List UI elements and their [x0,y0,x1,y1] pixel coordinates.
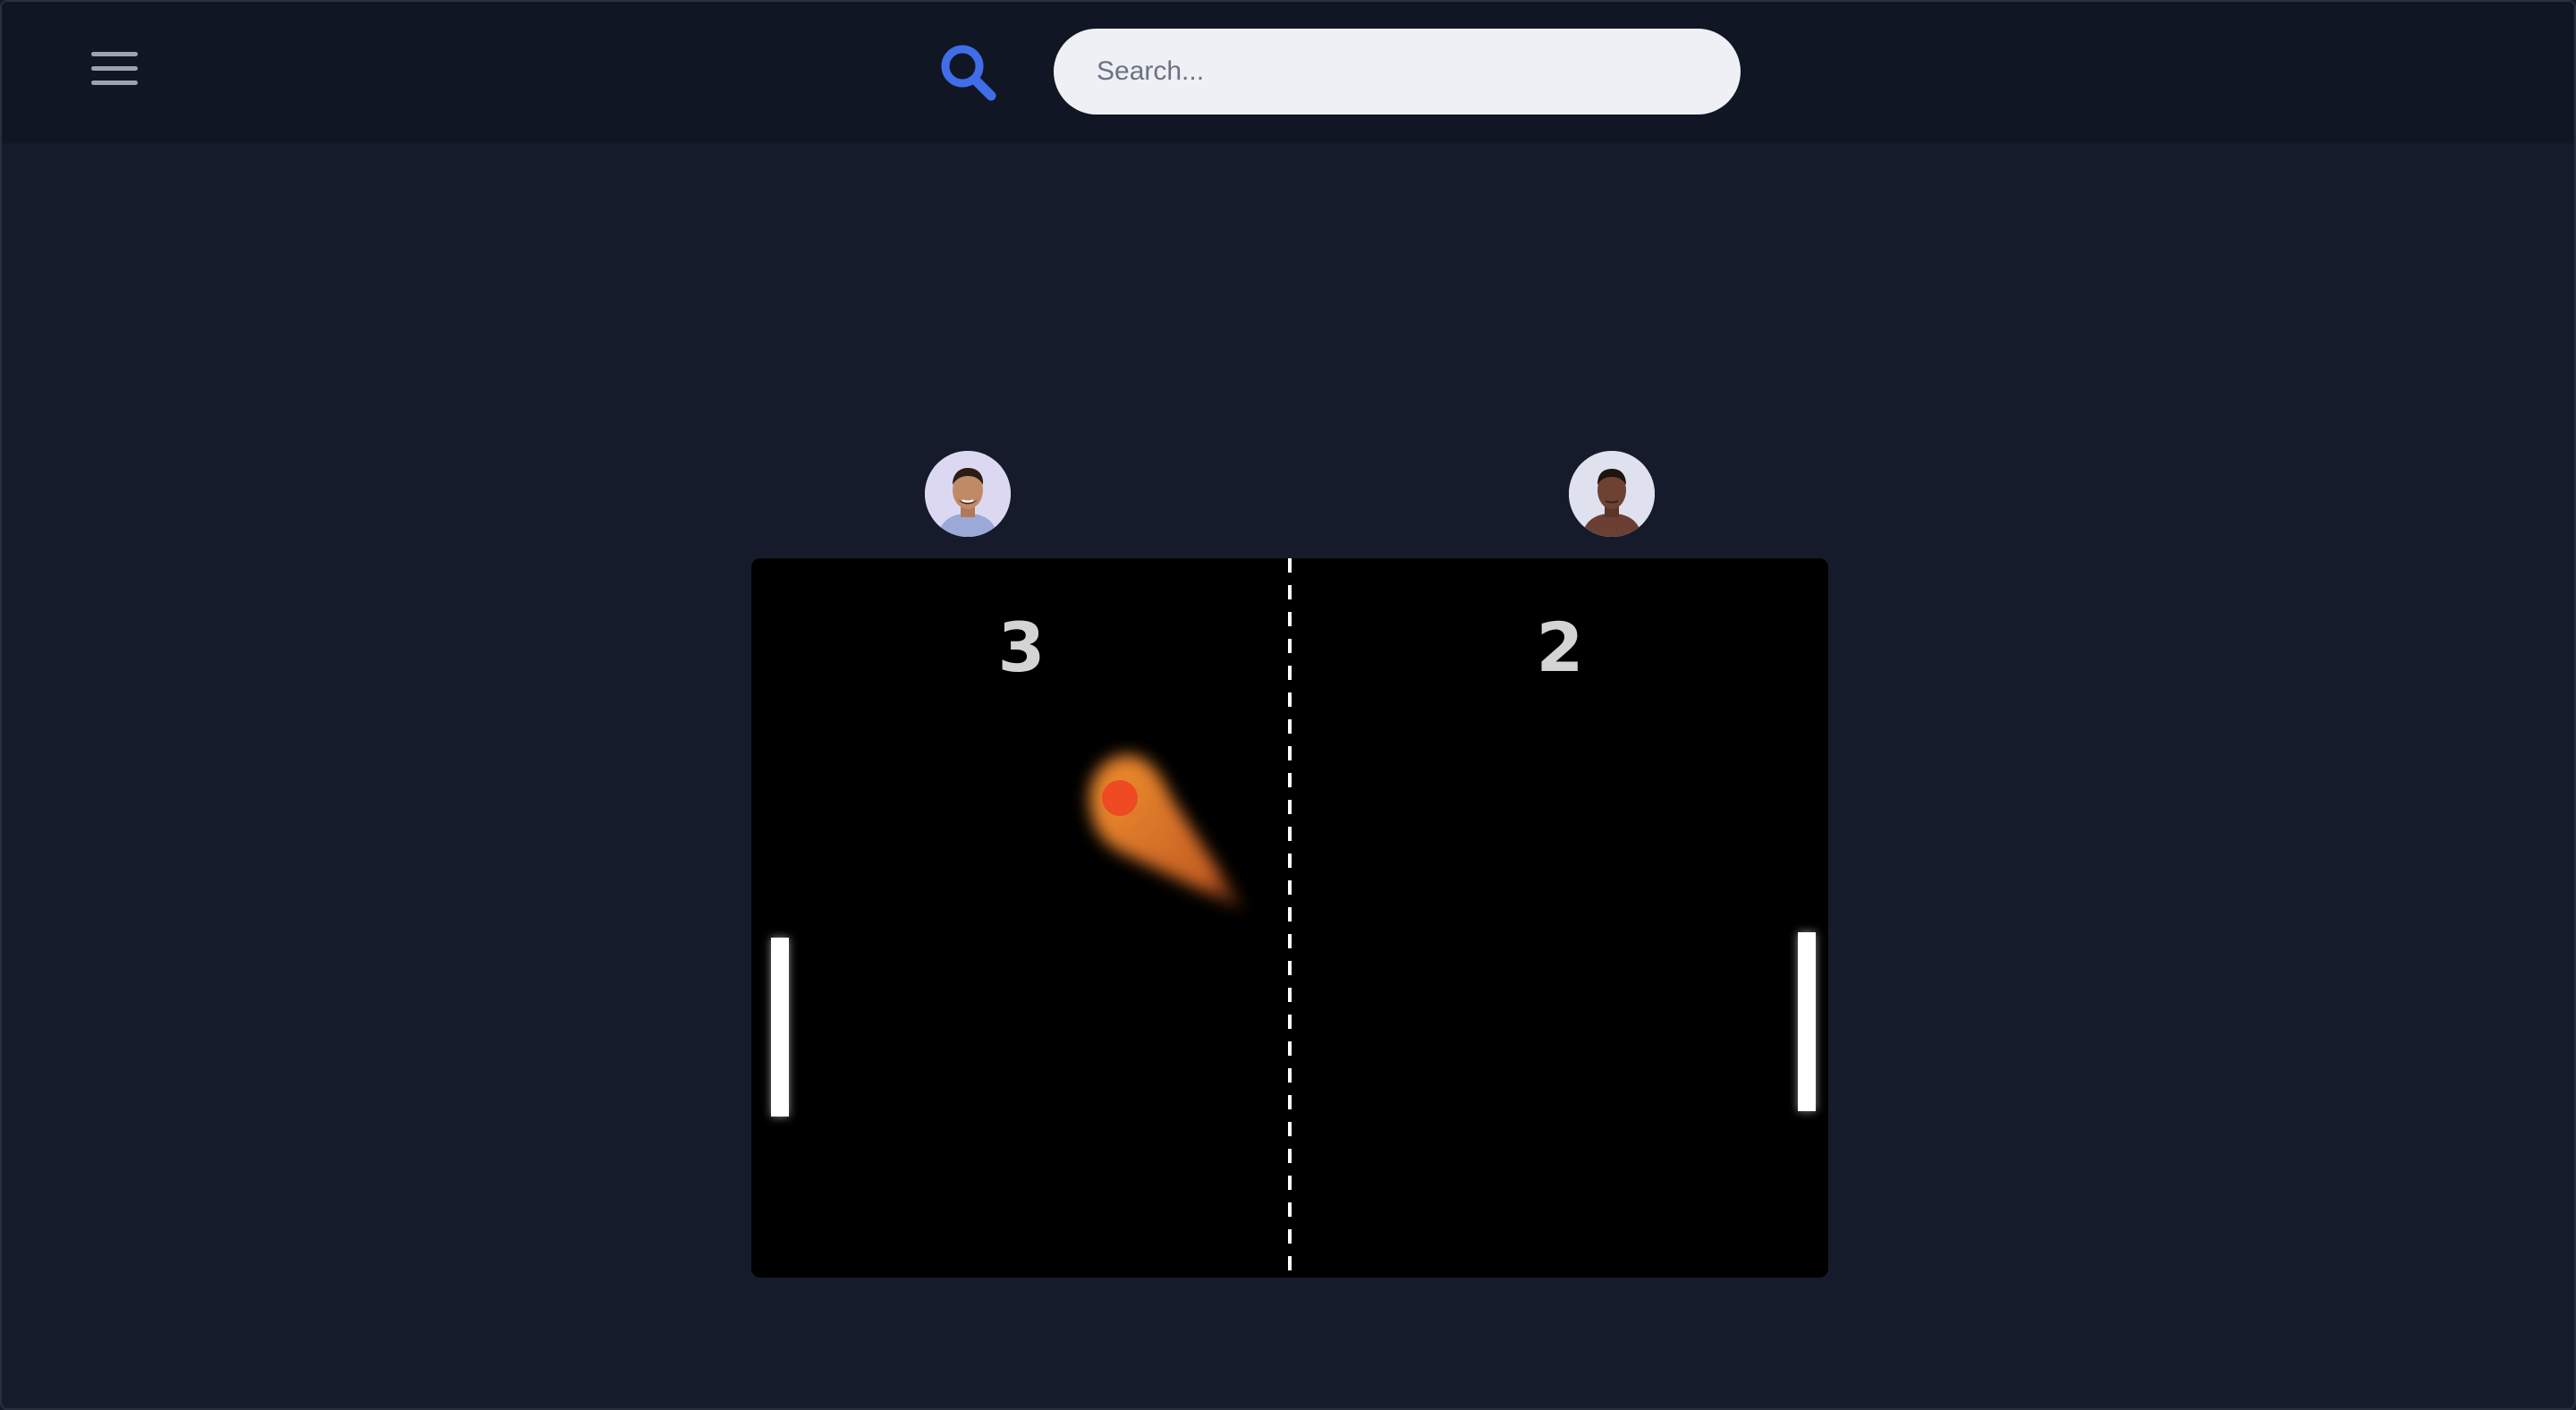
center-net [1288,558,1292,1278]
player-one-score: 3 [997,607,1046,687]
search-icon-glyph [941,45,996,101]
search-input[interactable] [1054,29,1741,115]
search-icon[interactable] [936,41,1000,106]
player-two-avatar [1569,451,1655,537]
player-two-score: 2 [1536,607,1584,687]
player-one-paddle[interactable] [771,938,789,1117]
top-bar [2,2,2574,143]
ball [1102,780,1138,816]
app-window: 3 2 [0,0,2576,1410]
menu-line [91,52,138,56]
player-one-avatar [925,451,1011,537]
player-two-paddle[interactable] [1798,932,1816,1111]
menu-line [91,81,138,85]
player-two-avatar-icon [1569,451,1655,537]
pong-board[interactable]: 3 2 [751,558,1828,1278]
hamburger-menu-icon[interactable] [88,48,145,95]
menu-line [91,66,138,71]
player-one-avatar-icon [925,451,1011,537]
